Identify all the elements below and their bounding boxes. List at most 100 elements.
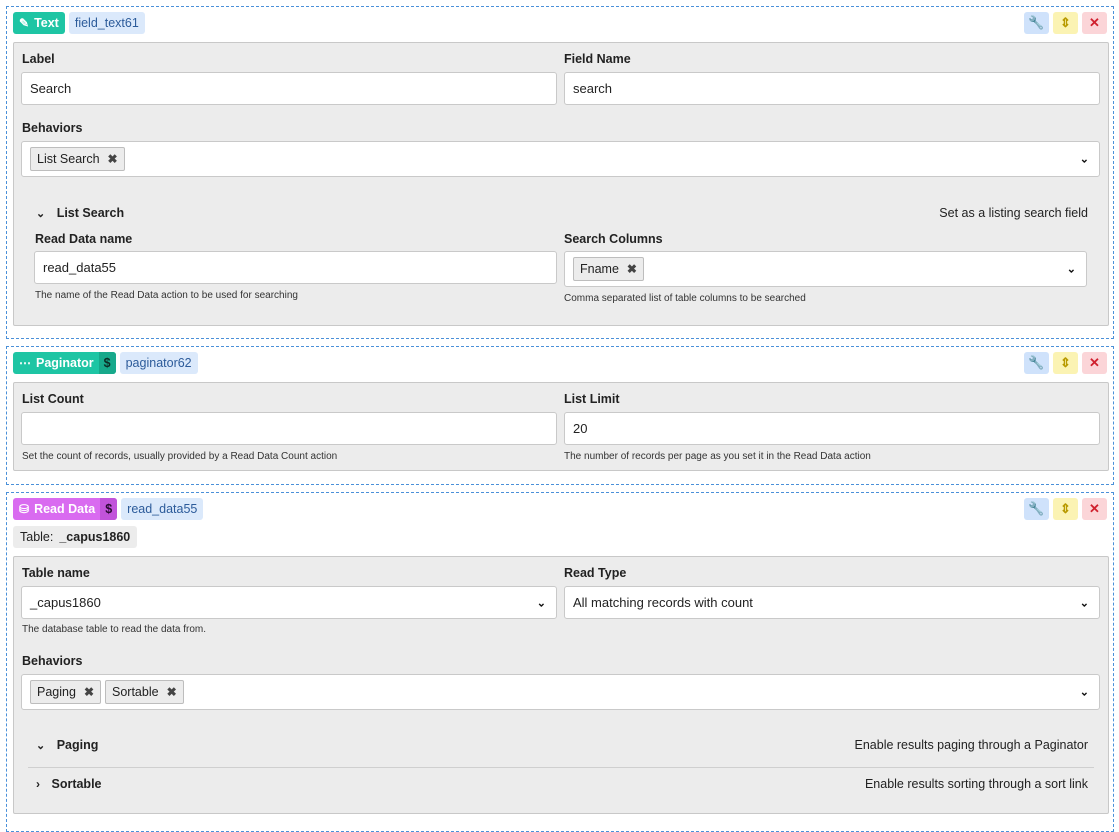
field-name-title: Field Name — [564, 52, 631, 66]
read-type-value: All matching records with count — [573, 595, 753, 610]
behavior-chip-label: Sortable — [112, 685, 159, 699]
read-data-name-input[interactable]: read_data55 — [34, 251, 557, 284]
read-data-type-label: Read Data — [34, 502, 96, 516]
label-input[interactable]: Search — [21, 72, 557, 105]
paging-section-toggle[interactable]: ⌄ Paging — [36, 738, 98, 752]
close-icon: ✕ — [1089, 501, 1100, 516]
list-limit-help: The number of records per page as you se… — [564, 451, 871, 462]
close-icon[interactable]: ✖ — [167, 685, 177, 699]
list-limit-value: 20 — [573, 421, 588, 436]
label-input-value: Search — [30, 81, 72, 96]
behaviors-title: Behaviors — [22, 654, 83, 668]
search-columns-title: Search Columns — [564, 232, 663, 246]
text-field-block: ✎ Text field_text61 🔧 ⇕ ✕ Label Search F… — [6, 6, 1114, 339]
behaviors-select[interactable]: Paging ✖ Sortable ✖ ⌄ — [21, 674, 1100, 710]
move-button[interactable]: ⇕ — [1053, 498, 1078, 520]
sortable-description: Enable results sorting through a sort li… — [864, 777, 1088, 791]
behaviors-select[interactable]: List Search ✖ ⌄ — [21, 141, 1100, 177]
behaviors-title: Behaviors — [22, 121, 83, 135]
chevron-down-icon: ⌄ — [1079, 597, 1089, 609]
section-divider — [28, 767, 1094, 768]
delete-button[interactable]: ✕ — [1082, 498, 1107, 520]
delete-button[interactable]: ✕ — [1082, 352, 1107, 374]
paginator-id-tag: paginator62 — [119, 352, 198, 374]
search-column-chip: Fname ✖ — [573, 257, 644, 281]
wrench-icon: 🔧 — [1028, 355, 1045, 370]
close-icon[interactable]: ✖ — [108, 152, 118, 166]
sort-icon: ⇕ — [1060, 355, 1071, 370]
paging-title: Paging — [56, 738, 99, 752]
close-icon: ✕ — [1089, 15, 1100, 30]
close-icon: ✕ — [1089, 355, 1100, 370]
read-data-type-tag[interactable]: ⛁ Read Data $ — [13, 498, 118, 520]
list-search-title: List Search — [56, 206, 125, 220]
search-columns-help: Comma separated list of table columns to… — [564, 293, 806, 304]
delete-button[interactable]: ✕ — [1082, 12, 1107, 34]
read-type-select[interactable]: All matching records with count ⌄ — [564, 586, 1100, 619]
list-search-section-toggle[interactable]: ⌄ List Search — [36, 206, 124, 220]
chevron-down-icon: ⌄ — [1079, 686, 1089, 699]
text-type-label: Text — [34, 16, 59, 30]
close-icon[interactable]: ✖ — [84, 685, 94, 699]
list-count-help: Set the count of records, usually provid… — [22, 451, 338, 462]
list-count-input[interactable] — [21, 412, 557, 445]
wrench-icon: 🔧 — [1028, 501, 1045, 516]
dots-icon: ⋯ — [19, 356, 31, 370]
table-badge-label: Table: — [20, 530, 54, 544]
chevron-down-icon: ⌄ — [36, 740, 46, 752]
chevron-down-icon: ⌄ — [536, 597, 546, 609]
wrench-button[interactable]: 🔧 — [1024, 12, 1049, 34]
label-title: Label — [22, 52, 55, 66]
paginator-type-label: Paginator — [36, 356, 94, 370]
list-limit-title: List Limit — [564, 392, 620, 406]
text-type-tag[interactable]: ✎ Text — [13, 12, 65, 34]
behavior-chip-label: List Search — [37, 152, 100, 166]
chevron-down-icon: ⌄ — [1066, 263, 1076, 276]
behavior-chip-label: Paging — [37, 685, 76, 699]
paging-description: Enable results paging through a Paginato… — [854, 738, 1089, 752]
list-limit-input[interactable]: 20 — [564, 412, 1100, 445]
move-button[interactable]: ⇕ — [1053, 352, 1078, 374]
move-button[interactable]: ⇕ — [1053, 12, 1078, 34]
behavior-chip: List Search ✖ — [30, 147, 125, 171]
list-count-title: List Count — [22, 392, 84, 406]
chevron-down-icon: ⌄ — [36, 208, 46, 220]
chevron-right-icon: › — [36, 777, 40, 791]
text-settings-panel: Label Search Field Name search Behaviors… — [13, 42, 1109, 326]
read-data-name-value: read_data55 — [43, 260, 117, 275]
field-name-value: search — [573, 81, 613, 96]
search-column-chip-label: Fname — [580, 262, 619, 276]
table-badge: Table: _capus1860 — [13, 526, 138, 548]
chevron-down-icon: ⌄ — [1079, 153, 1089, 166]
table-badge-value: _capus1860 — [59, 530, 131, 544]
paginator-block: ⋯ Paginator $ paginator62 🔧 ⇕ ✕ List Cou… — [6, 346, 1114, 485]
table-name-help: The database table to read the data from… — [22, 624, 207, 635]
edit-icon: ✎ — [19, 16, 30, 30]
search-columns-select[interactable]: Fname ✖ ⌄ — [564, 251, 1087, 287]
list-search-description: Set as a listing search field — [939, 206, 1088, 220]
read-data-name-title: Read Data name — [35, 232, 133, 246]
paginator-type-tag[interactable]: ⋯ Paginator $ — [13, 352, 116, 374]
sortable-title: Sortable — [51, 777, 102, 791]
sortable-section-toggle[interactable]: › Sortable — [36, 777, 102, 791]
dollar-icon: $ — [98, 352, 116, 374]
text-id-tag: field_text61 — [68, 12, 145, 34]
sort-icon: ⇕ — [1060, 15, 1071, 30]
table-name-title: Table name — [22, 566, 90, 580]
database-icon: ⛁ — [19, 502, 30, 516]
read-data-name-help: The name of the Read Data action to be u… — [35, 290, 298, 301]
read-type-title: Read Type — [564, 566, 627, 580]
read-data-id-tag: read_data55 — [121, 498, 204, 520]
wrench-button[interactable]: 🔧 — [1024, 498, 1049, 520]
sort-icon: ⇕ — [1060, 501, 1071, 516]
dollar-icon: $ — [100, 498, 118, 520]
behavior-chip: Sortable ✖ — [105, 680, 184, 704]
close-icon[interactable]: ✖ — [627, 262, 637, 276]
wrench-icon: 🔧 — [1028, 15, 1045, 30]
wrench-button[interactable]: 🔧 — [1024, 352, 1049, 374]
read-data-block: ⛁ Read Data $ read_data55 🔧 ⇕ ✕ Table: _… — [6, 492, 1114, 832]
field-name-input[interactable]: search — [564, 72, 1100, 105]
table-name-select[interactable]: _capus1860 ⌄ — [21, 586, 557, 619]
table-name-value: _capus1860 — [30, 595, 101, 610]
paginator-settings-panel: List Count Set the count of records, usu… — [13, 382, 1109, 471]
